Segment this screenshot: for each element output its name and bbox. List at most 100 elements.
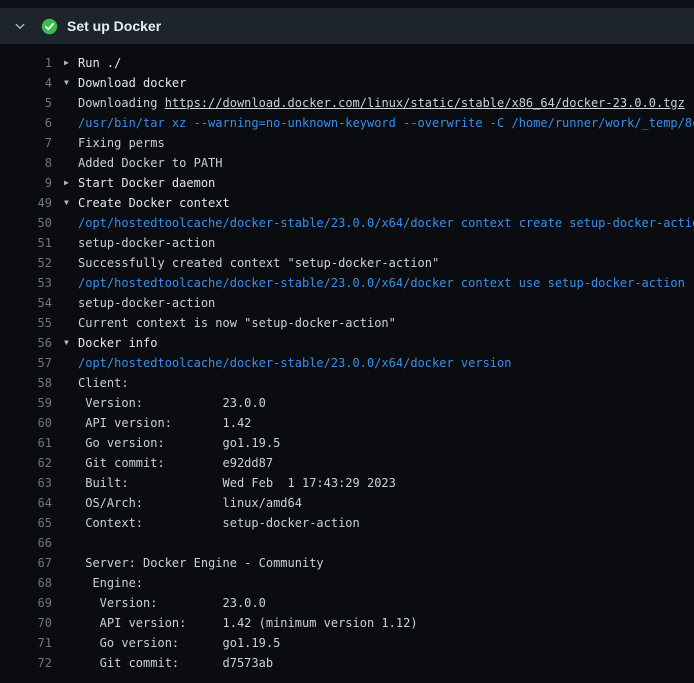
line-number[interactable]: 60 [0,413,52,433]
log-command: /opt/hostedtoolcache/docker-stable/23.0.… [78,213,694,233]
log-row: 53/opt/hostedtoolcache/docker-stable/23.… [0,273,694,293]
group-title[interactable]: Run ./ [78,53,121,73]
log-text: Version: 23.0.0 [78,393,266,413]
line-number[interactable]: 7 [0,133,52,153]
arrow-spacer [64,233,78,253]
line-number[interactable]: 51 [0,233,52,253]
line-number[interactable]: 63 [0,473,52,493]
log-row: 69 Version: 23.0.0 [0,593,694,613]
group-expanded-icon[interactable]: ▼ [64,73,78,93]
arrow-spacer [64,593,78,613]
line-number[interactable]: 61 [0,433,52,453]
line-number[interactable]: 52 [0,253,52,273]
log-text: Built: Wed Feb 1 17:43:29 2023 [78,473,396,493]
line-number[interactable]: 70 [0,613,52,633]
line-number[interactable]: 67 [0,553,52,573]
line-number[interactable]: 71 [0,633,52,653]
group-collapsed-icon[interactable]: ▶ [64,53,78,73]
group-title[interactable]: Start Docker daemon [78,173,215,193]
log-text: setup-docker-action [78,233,215,253]
log-row: 68 Engine: [0,573,694,593]
line-number[interactable]: 65 [0,513,52,533]
arrow-spacer [64,273,78,293]
log-link[interactable]: https://download.docker.com/linux/static… [165,96,685,110]
line-number[interactable]: 56 [0,333,52,353]
arrow-spacer [64,353,78,373]
log-row: 5 Downloading https://download.docker.com… [0,93,694,113]
line-number[interactable]: 66 [0,533,52,553]
arrow-spacer [64,253,78,273]
log-row: 4 ▼Download docker [0,73,694,93]
log-text: Downloading https://download.docker.com/… [78,93,685,113]
log-text: Go version: go1.19.5 [78,433,280,453]
log-text: Fixing perms [78,133,165,153]
log-text: Context: setup-docker-action [78,513,360,533]
arrow-spacer [64,433,78,453]
step-header[interactable]: Set up Docker [0,8,694,44]
log-text: Git commit: e92dd87 [78,453,273,473]
line-number[interactable]: 1 [0,53,52,73]
line-number[interactable]: 59 [0,393,52,413]
line-number[interactable]: 9 [0,173,52,193]
log-row: 6/usr/bin/tar xz --warning=no-unknown-ke… [0,113,694,133]
line-number[interactable]: 4 [0,73,52,93]
line-number[interactable]: 5 [0,93,52,113]
chevron-down-icon[interactable] [14,20,26,32]
log-row: 70 API version: 1.42 (minimum version 1.… [0,613,694,633]
log-row: 50/opt/hostedtoolcache/docker-stable/23.… [0,213,694,233]
group-collapsed-icon[interactable]: ▶ [64,173,78,193]
log-lines: 1▶Run ./4▼Download docker5Downloading ht… [0,44,694,683]
log-text: Engine: [78,573,143,593]
log-row: 8 Added Docker to PATH [0,153,694,173]
arrow-spacer [64,513,78,533]
line-number[interactable]: 49 [0,193,52,213]
arrow-spacer [64,293,78,313]
arrow-spacer [64,113,78,133]
line-number[interactable]: 50 [0,213,52,233]
group-expanded-icon[interactable]: ▼ [64,333,78,353]
line-number[interactable]: 68 [0,573,52,593]
log-text: Added Docker to PATH [78,153,223,173]
log-text: Git commit: d7573ab [78,653,273,673]
group-expanded-icon[interactable]: ▼ [64,193,78,213]
arrow-spacer [64,633,78,653]
arrow-spacer [64,533,78,553]
group-title[interactable]: Download docker [78,73,186,93]
line-number[interactable]: 72 [0,653,52,673]
log-row: 71 Go version: go1.19.5 [0,633,694,653]
log-row: 56 ▼Docker info [0,333,694,353]
workflow-log-viewer: Set up Docker 1▶Run ./4▼Download docker5… [0,0,694,683]
log-text: Server: Docker Engine - Community [78,553,324,573]
line-number[interactable]: 58 [0,373,52,393]
log-text: Downloading [78,96,165,110]
line-number[interactable]: 53 [0,273,52,293]
line-number[interactable]: 6 [0,113,52,133]
group-title[interactable]: Docker info [78,333,157,353]
line-number[interactable]: 8 [0,153,52,173]
log-command: /opt/hostedtoolcache/docker-stable/23.0.… [78,353,511,373]
log-row: 61 Go version: go1.19.5 [0,433,694,453]
arrow-spacer [64,653,78,673]
log-text: API version: 1.42 (minimum version 1.12) [78,613,418,633]
log-row: 57/opt/hostedtoolcache/docker-stable/23.… [0,353,694,373]
arrow-spacer [64,93,78,113]
line-number[interactable]: 62 [0,453,52,473]
log-row: 62 Git commit: e92dd87 [0,453,694,473]
log-text: Go version: go1.19.5 [78,633,280,653]
log-row: 58Client: [0,373,694,393]
arrow-spacer [64,473,78,493]
line-number[interactable]: 54 [0,293,52,313]
group-title[interactable]: Create Docker context [78,193,230,213]
line-number[interactable]: 55 [0,313,52,333]
log-text: API version: 1.42 [78,413,251,433]
log-row: 66 [0,533,694,553]
line-number[interactable]: 64 [0,493,52,513]
arrow-spacer [64,133,78,153]
line-number[interactable]: 57 [0,353,52,373]
line-number[interactable]: 69 [0,593,52,613]
arrow-spacer [64,613,78,633]
log-row: 7 Fixing perms [0,133,694,153]
log-row: 52Successfully created context "setup-do… [0,253,694,273]
log-row: 72 Git commit: d7573ab [0,653,694,673]
log-row: 1 ▶Run ./ [0,53,694,73]
